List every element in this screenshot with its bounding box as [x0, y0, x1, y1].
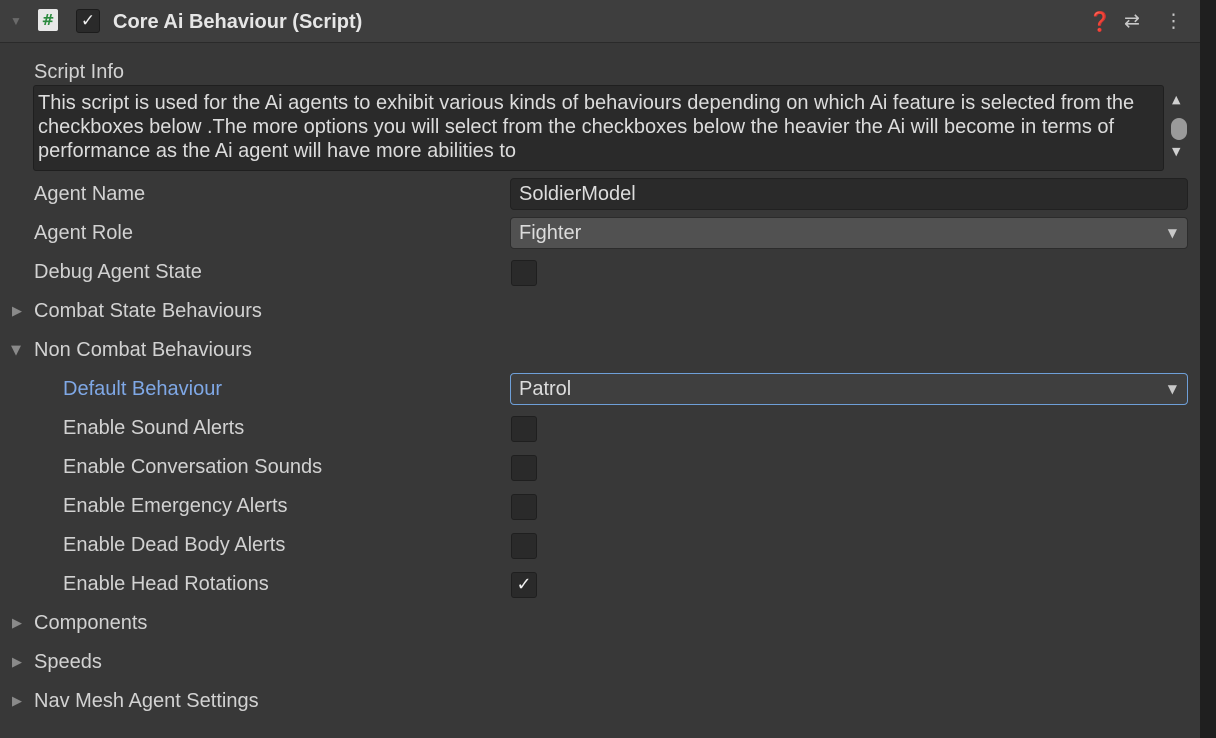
default-behaviour-value: Patrol: [519, 378, 572, 400]
chevron-down-icon: ▼: [1167, 382, 1177, 396]
enable-head-rotations-row: Enable Head Rotations ✓: [0, 565, 1200, 604]
panel-edge: [1200, 0, 1216, 738]
agent-role-dropdown[interactable]: Fighter ▼: [510, 217, 1188, 249]
nav-mesh-label: Nav Mesh Agent Settings: [34, 690, 259, 712]
chevron-down-icon: ▼: [1167, 226, 1177, 240]
script-info-text: This script is used for the Ai agents to…: [38, 92, 1135, 162]
enable-sound-alerts-label: Enable Sound Alerts: [63, 417, 245, 439]
default-behaviour-label: Default Behaviour: [63, 378, 222, 400]
enable-conversation-sounds-row: Enable Conversation Sounds: [0, 448, 1200, 487]
collapsed-arrow-icon[interactable]: ▶: [12, 655, 22, 670]
debug-agent-state-checkbox[interactable]: [511, 260, 537, 286]
agent-name-row: Agent Name SoldierModel: [0, 175, 1200, 214]
default-behaviour-row: Default Behaviour Patrol ▼: [0, 370, 1200, 409]
components-foldout[interactable]: ▶ Components: [0, 604, 1200, 643]
enable-sound-alerts-checkbox[interactable]: [511, 416, 537, 442]
enable-emergency-alerts-checkbox[interactable]: [511, 494, 537, 520]
script-icon: #: [38, 9, 58, 31]
scroll-up-icon[interactable]: ▲: [1172, 93, 1180, 106]
enable-head-rotations-label: Enable Head Rotations: [63, 573, 269, 595]
enable-conversation-sounds-checkbox[interactable]: [511, 455, 537, 481]
enable-emergency-alerts-row: Enable Emergency Alerts: [0, 487, 1200, 526]
agent-role-label: Agent Role: [34, 222, 133, 244]
default-behaviour-dropdown[interactable]: Patrol ▼: [510, 373, 1188, 405]
help-icon[interactable]: ❓: [1088, 10, 1112, 33]
speeds-foldout[interactable]: ▶ Speeds: [0, 643, 1200, 682]
agent-name-field[interactable]: SoldierModel: [510, 178, 1188, 210]
non-combat-label: Non Combat Behaviours: [34, 339, 252, 361]
enable-emergency-alerts-label: Enable Emergency Alerts: [63, 495, 288, 517]
scroll-down-icon[interactable]: ▼: [1172, 145, 1180, 158]
enable-dead-body-alerts-checkbox[interactable]: [511, 533, 537, 559]
script-info-scrollbar[interactable]: ▲ ▼: [1168, 85, 1192, 171]
inspector-panel: ▼ # ✓ Core Ai Behaviour (Script) ❓ ⇄ ⋮ S…: [0, 0, 1200, 738]
component-title: Core Ai Behaviour (Script): [113, 11, 363, 33]
enable-dead-body-alerts-row: Enable Dead Body Alerts: [0, 526, 1200, 565]
debug-agent-state-row: Debug Agent State: [0, 253, 1200, 292]
speeds-label: Speeds: [34, 651, 102, 673]
presets-icon[interactable]: ⇄: [1124, 10, 1140, 32]
debug-agent-state-label: Debug Agent State: [34, 261, 202, 283]
agent-role-row: Agent Role Fighter ▼: [0, 214, 1200, 253]
non-combat-foldout[interactable]: ▼ Non Combat Behaviours: [0, 331, 1200, 370]
script-info-label: Script Info: [34, 61, 125, 83]
header-fold-arrow-icon[interactable]: ▼: [10, 14, 22, 28]
component-header[interactable]: ▼ # ✓ Core Ai Behaviour (Script) ❓ ⇄ ⋮: [0, 0, 1200, 43]
components-label: Components: [34, 612, 148, 634]
script-info-textarea[interactable]: This script is used for the Ai agents to…: [33, 85, 1164, 171]
enable-conversation-sounds-label: Enable Conversation Sounds: [63, 456, 323, 478]
agent-name-label: Agent Name: [34, 183, 146, 205]
combat-state-label: Combat State Behaviours: [34, 300, 262, 322]
nav-mesh-foldout[interactable]: ▶ Nav Mesh Agent Settings: [0, 682, 1200, 721]
combat-state-foldout[interactable]: ▶ Combat State Behaviours: [0, 292, 1200, 331]
collapsed-arrow-icon[interactable]: ▶: [12, 616, 22, 631]
collapsed-arrow-icon[interactable]: ▶: [12, 304, 22, 319]
component-enabled-checkbox[interactable]: ✓: [76, 9, 100, 33]
agent-role-value: Fighter: [519, 222, 582, 244]
collapsed-arrow-icon[interactable]: ▶: [12, 694, 22, 709]
kebab-menu-icon[interactable]: ⋮: [1164, 10, 1183, 32]
enable-sound-alerts-row: Enable Sound Alerts: [0, 409, 1200, 448]
scroll-thumb[interactable]: [1171, 118, 1187, 140]
expanded-arrow-icon[interactable]: ▼: [11, 343, 21, 358]
enable-dead-body-alerts-label: Enable Dead Body Alerts: [63, 534, 286, 556]
enable-head-rotations-checkbox[interactable]: ✓: [511, 572, 537, 598]
